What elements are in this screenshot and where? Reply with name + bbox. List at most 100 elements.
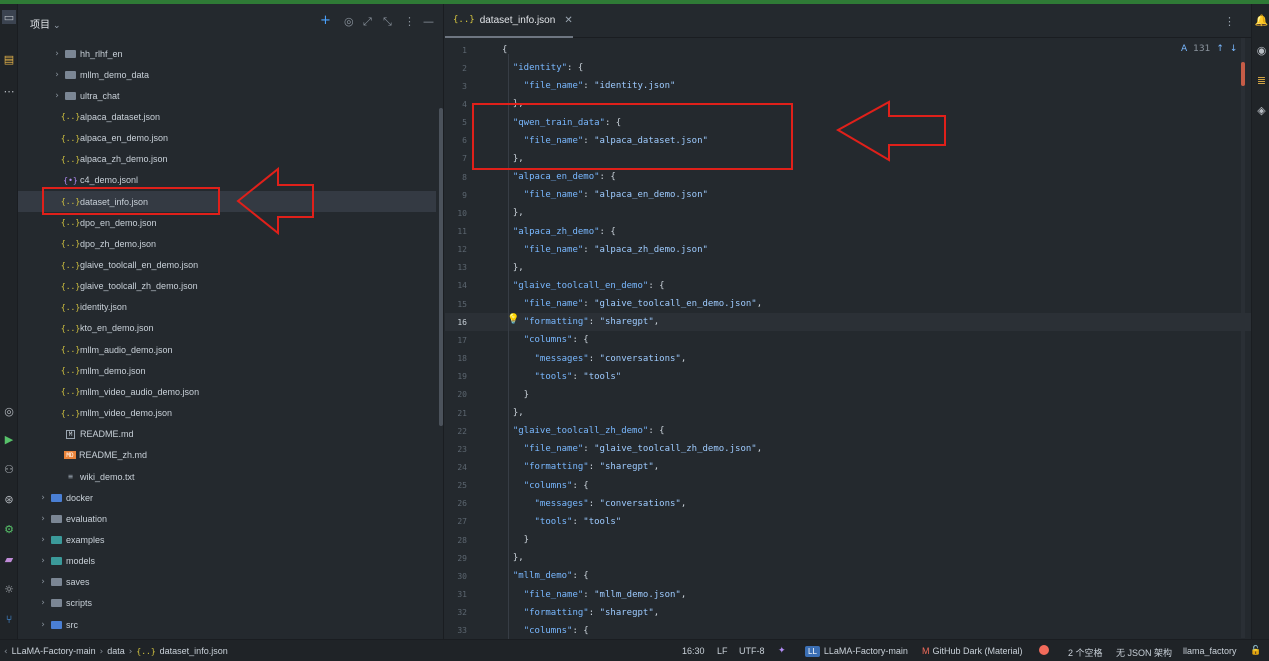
tree-item[interactable]: › examples bbox=[18, 529, 436, 550]
tree-item[interactable]: {..} glaive_toolcall_en_demo.json bbox=[18, 255, 436, 276]
python-console-icon[interactable]: ⚇ bbox=[2, 462, 16, 476]
settings-icon[interactable]: ⚙ bbox=[2, 522, 16, 536]
code-line[interactable]: 33 "columns": { bbox=[445, 622, 1251, 640]
tree-item[interactable]: › hh_rlhf_en bbox=[18, 43, 436, 64]
tree-item[interactable]: › models bbox=[18, 551, 436, 572]
project-scrollbar[interactable] bbox=[439, 108, 443, 426]
collapse-all-icon[interactable]: ⤡ bbox=[383, 15, 392, 29]
tree-item[interactable]: {..} glaive_toolcall_zh_demo.json bbox=[18, 276, 436, 297]
lock-icon[interactable]: 🔓 bbox=[1250, 646, 1261, 656]
code-line[interactable]: 14 "glaive_toolcall_en_demo": { bbox=[445, 277, 1251, 295]
tree-item[interactable]: {..} identity.json bbox=[18, 297, 436, 318]
tree-item[interactable]: › evaluation bbox=[18, 508, 436, 529]
file-encoding[interactable]: UTF-8 bbox=[739, 646, 765, 656]
packages-icon[interactable]: ⊛ bbox=[2, 492, 16, 506]
chevron-right-icon[interactable]: › bbox=[52, 49, 62, 59]
project-view-icon[interactable]: ▭ bbox=[2, 10, 16, 24]
indent-setting[interactable]: 2 个空格 bbox=[1068, 646, 1103, 659]
tree-item[interactable]: › docker bbox=[18, 487, 436, 508]
tree-item[interactable]: {..} dpo_en_demo.json bbox=[18, 212, 436, 233]
code-line[interactable]: 17 "columns": { bbox=[445, 331, 1251, 349]
code-line[interactable]: 9 "file_name": "alpaca_en_demo.json" bbox=[445, 186, 1251, 204]
code-line[interactable]: 31 "file_name": "mllm_demo.json", bbox=[445, 586, 1251, 604]
hide-icon[interactable]: — bbox=[423, 15, 434, 28]
code-line[interactable]: 18 "messages": "conversations", bbox=[445, 350, 1251, 368]
structure-icon[interactable]: ▤ bbox=[2, 52, 16, 66]
code-line[interactable]: 19 "tools": "tools" bbox=[445, 368, 1251, 386]
chevron-right-icon[interactable]: › bbox=[38, 556, 48, 566]
python-interpreter[interactable]: llama_factory bbox=[1183, 646, 1237, 656]
status-dot-icon[interactable] bbox=[1039, 645, 1049, 655]
tree-item[interactable]: ≡ wiki_demo.txt bbox=[18, 466, 436, 487]
code-line[interactable]: 28 } bbox=[445, 531, 1251, 549]
code-line[interactable]: 15 "file_name": "glaive_toolcall_en_demo… bbox=[445, 295, 1251, 313]
tree-item[interactable]: {..} mllm_audio_demo.json bbox=[18, 339, 436, 360]
chevron-right-icon[interactable]: › bbox=[38, 598, 48, 608]
breadcrumb-file[interactable]: dataset_info.json bbox=[160, 646, 228, 656]
tree-item[interactable]: M README.md bbox=[18, 424, 436, 445]
more-tools-icon[interactable]: ⋯ bbox=[2, 84, 16, 98]
tree-item[interactable]: {..} kto_en_demo.json bbox=[18, 318, 436, 339]
code-line[interactable]: 10 }, bbox=[445, 204, 1251, 222]
plugin-icon[interactable]: ✦ bbox=[778, 646, 786, 656]
code-line[interactable]: 27 "tools": "tools" bbox=[445, 513, 1251, 531]
code-line[interactable]: 20 } bbox=[445, 386, 1251, 404]
code-line[interactable]: 29 }, bbox=[445, 549, 1251, 567]
tree-item[interactable]: {..} mllm_video_audio_demo.json bbox=[18, 381, 436, 402]
chevron-right-icon[interactable]: › bbox=[52, 91, 62, 101]
tree-item[interactable]: {..} alpaca_zh_demo.json bbox=[18, 149, 436, 170]
sciview-icon[interactable]: ◈ bbox=[1255, 104, 1268, 117]
cursor-position[interactable]: 16:30 bbox=[682, 646, 705, 656]
tree-item[interactable]: MD README_zh.md bbox=[18, 445, 436, 466]
chevron-right-icon[interactable]: › bbox=[38, 620, 48, 630]
project-widget[interactable]: LL LLaMA-Factory-main bbox=[805, 646, 908, 657]
code-line[interactable]: 11 "alpaca_zh_demo": { bbox=[445, 223, 1251, 241]
terminal-icon[interactable]: ▰ bbox=[2, 552, 16, 566]
chevron-right-icon[interactable]: › bbox=[52, 70, 62, 80]
tree-item[interactable]: › mllm_demo_data bbox=[18, 64, 436, 85]
ai-assistant-icon[interactable]: ◉ bbox=[1255, 44, 1268, 57]
line-ending[interactable]: LF bbox=[717, 646, 728, 656]
close-icon[interactable]: ✕ bbox=[564, 15, 572, 26]
code-line[interactable]: 26 "messages": "conversations", bbox=[445, 495, 1251, 513]
code-line[interactable]: 1{ bbox=[445, 41, 1251, 59]
breadcrumb-folder[interactable]: data bbox=[107, 646, 125, 656]
git-icon[interactable]: ⑂ bbox=[2, 612, 16, 626]
code-line[interactable]: 30 "mllm_demo": { bbox=[445, 567, 1251, 585]
code-line[interactable]: 2 "identity": { bbox=[445, 59, 1251, 77]
run-icon[interactable]: ▶ bbox=[2, 432, 16, 446]
code-line[interactable]: 13 }, bbox=[445, 259, 1251, 277]
code-line[interactable]: 25 "columns": { bbox=[445, 477, 1251, 495]
tree-item[interactable]: {..} alpaca_dataset.json bbox=[18, 106, 436, 127]
code-line[interactable]: 21 }, bbox=[445, 404, 1251, 422]
tab-dataset-info[interactable]: {..} dataset_info.json ✕ bbox=[445, 4, 573, 38]
notifications-icon[interactable]: 🔔 bbox=[1255, 14, 1269, 27]
tab-menu-icon[interactable]: ⋮ bbox=[1224, 15, 1235, 28]
chevron-right-icon[interactable]: › bbox=[38, 577, 48, 587]
code-line[interactable]: 32 "formatting": "sharegpt", bbox=[445, 604, 1251, 622]
code-line[interactable]: 23 "file_name": "glaive_toolcall_zh_demo… bbox=[445, 440, 1251, 458]
tree-item[interactable]: › scripts bbox=[18, 593, 436, 614]
tree-item[interactable]: {..} mllm_demo.json bbox=[18, 360, 436, 381]
tree-item[interactable]: › saves bbox=[18, 572, 436, 593]
code-line[interactable]: 22 "glaive_toolcall_zh_demo": { bbox=[445, 422, 1251, 440]
expand-all-icon[interactable]: ⤢ bbox=[363, 15, 372, 29]
code-line[interactable]: 3 "file_name": "identity.json" bbox=[445, 77, 1251, 95]
tree-item[interactable]: › src bbox=[18, 614, 436, 635]
options-icon[interactable]: ⋮ bbox=[404, 15, 415, 28]
breadcrumb-project[interactable]: LLaMA-Factory-main bbox=[12, 646, 96, 656]
project-panel-title[interactable]: 项目 ⌄ bbox=[30, 16, 61, 31]
theme-widget[interactable]: M GitHub Dark (Material) bbox=[922, 646, 1023, 656]
code-line[interactable]: 16 "formatting": "sharegpt", bbox=[445, 313, 1251, 332]
chevron-right-icon[interactable]: › bbox=[38, 493, 48, 503]
tree-item[interactable]: › ultra_chat bbox=[18, 85, 436, 106]
lightbulb-icon[interactable]: 💡 bbox=[507, 314, 519, 325]
services-icon[interactable]: ◎ bbox=[2, 404, 16, 418]
locate-icon[interactable]: ◎ bbox=[344, 15, 354, 28]
add-icon[interactable]: + bbox=[320, 13, 331, 28]
chevron-right-icon[interactable]: › bbox=[38, 535, 48, 545]
chevron-right-icon[interactable]: › bbox=[38, 514, 48, 524]
code-line[interactable]: 8 "alpaca_en_demo": { bbox=[445, 168, 1251, 186]
code-line[interactable]: 12 "file_name": "alpaca_zh_demo.json" bbox=[445, 241, 1251, 259]
code-line[interactable]: 24 "formatting": "sharegpt", bbox=[445, 458, 1251, 476]
